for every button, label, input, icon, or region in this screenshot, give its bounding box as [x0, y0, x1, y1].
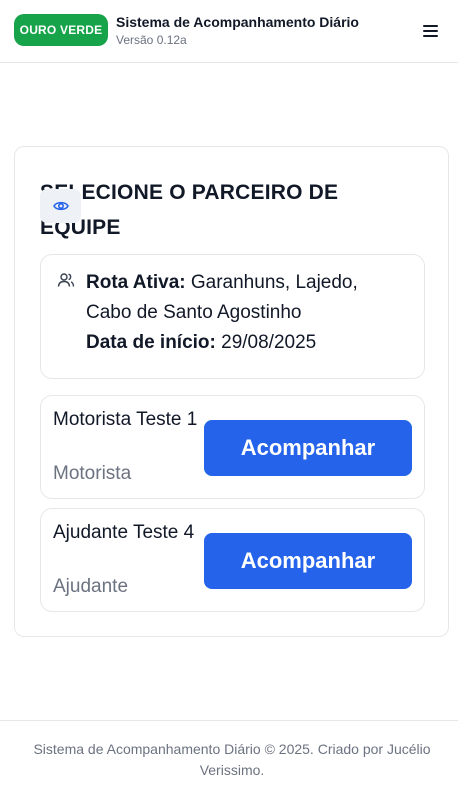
partner-role: Motorista [53, 463, 132, 484]
app-header: OURO VERDE Sistema de Acompanhamento Diá… [0, 0, 458, 63]
partner-role: Ajudante [53, 576, 129, 597]
eye-icon [52, 201, 69, 211]
active-route-label: Rota Ativa: [86, 272, 186, 293]
start-date-label: Data de início: [86, 332, 216, 353]
follow-button[interactable]: Acompanhar [204, 533, 412, 589]
app-version: Versão 0.12a [116, 33, 187, 47]
users-icon [57, 273, 75, 287]
app-footer: Sistema de Acompanhamento Diário © 2025.… [0, 720, 458, 788]
menu-button[interactable] [418, 18, 444, 44]
app-title: Sistema de Acompanhamento Diário [116, 14, 359, 30]
partner-name: Ajudante Teste 4 [53, 522, 195, 543]
partner-item: Ajudante Teste 4 Ajudante Acompanhar [40, 508, 425, 612]
route-details: Rota Ativa: Garanhuns, Lajedo, Cabo de S… [86, 268, 406, 358]
brand-badge[interactable]: OURO VERDE [14, 14, 108, 46]
menu-icon [423, 25, 438, 37]
active-route-info: Rota Ativa: Garanhuns, Lajedo, Cabo de S… [40, 254, 425, 379]
partner-name: Motorista Teste 1 [53, 409, 198, 430]
partner-selection-card: SELECIONE O PARCEIRO DE EQUIPE Rota Ativ… [14, 146, 449, 637]
footer-text: Sistema de Acompanhamento Diário © 2025.… [33, 741, 431, 778]
page-title: SELECIONE O PARCEIRO DE EQUIPE [40, 181, 339, 239]
partner-item: Motorista Teste 1 Motorista Acompanhar [40, 395, 425, 499]
view-button[interactable] [40, 189, 81, 223]
follow-button[interactable]: Acompanhar [204, 420, 412, 476]
start-date-value: 29/08/2025 [221, 332, 317, 353]
